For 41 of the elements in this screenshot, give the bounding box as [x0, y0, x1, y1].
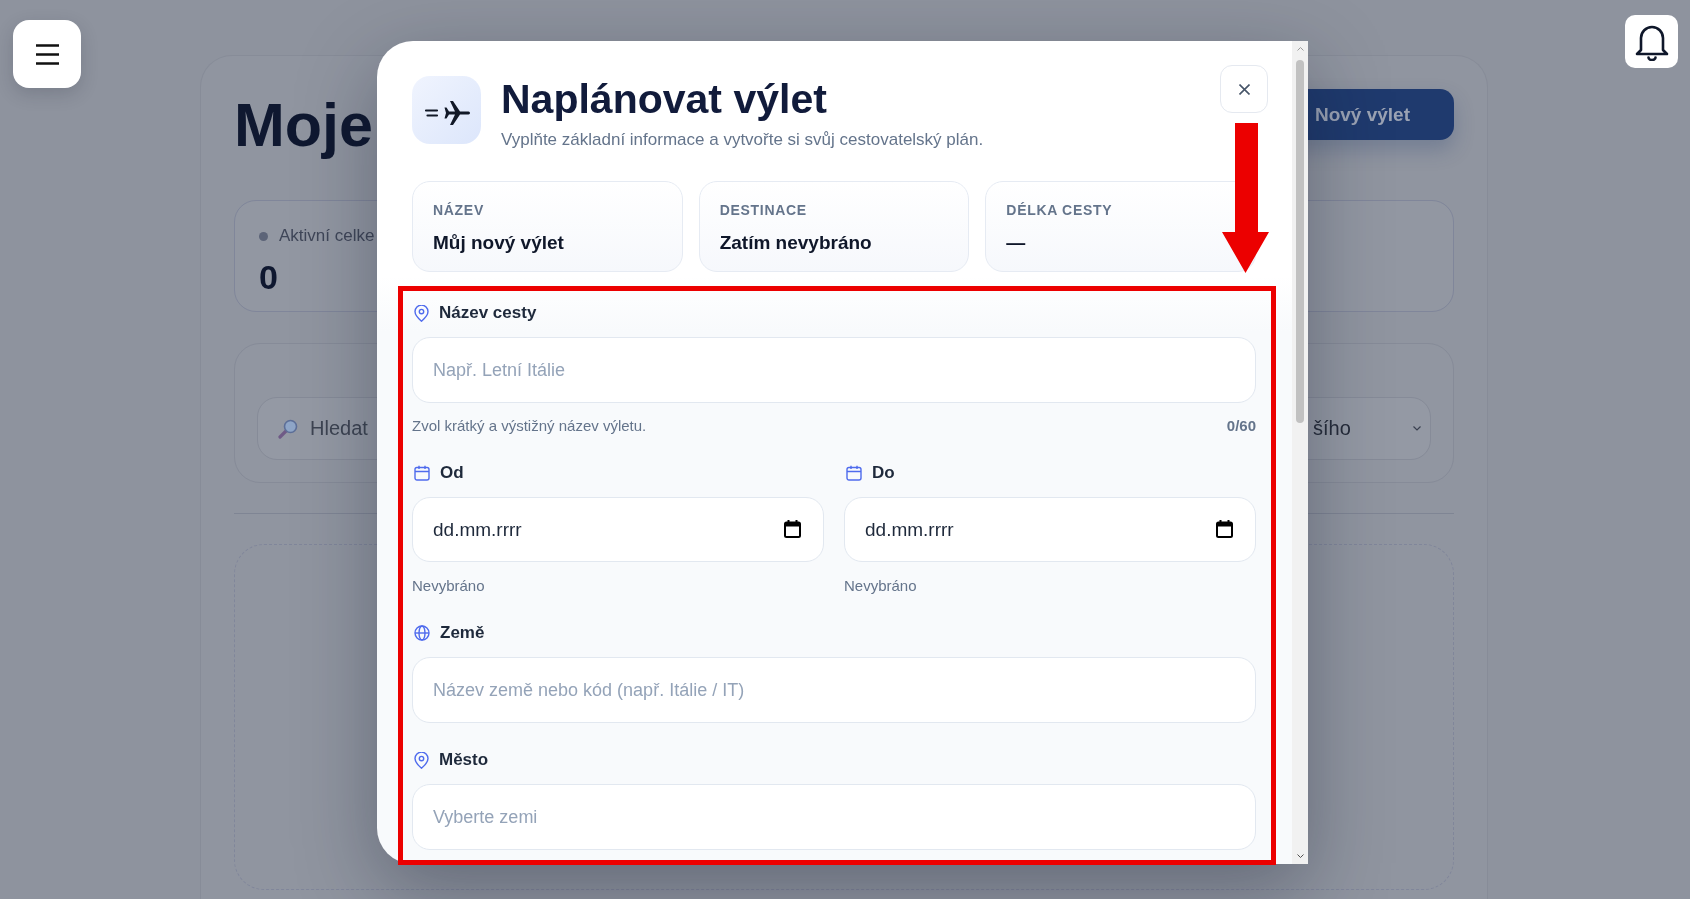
summary-value: Můj nový výlet: [433, 231, 565, 255]
stat-label: Aktivní celke: [279, 226, 375, 246]
field-label: Do: [872, 462, 895, 484]
airplane-icon: [412, 76, 481, 144]
notification-button[interactable]: [1625, 15, 1678, 68]
date-field[interactable]: dd.mm.rrrr: [412, 497, 824, 562]
close-icon: [1238, 83, 1250, 95]
calendar-icon[interactable]: [1216, 520, 1233, 538]
globe-icon: [414, 625, 430, 641]
field-label: Země: [440, 622, 485, 644]
summary-label: DESTINACE: [719, 201, 808, 219]
field-label: Název cesty: [439, 302, 537, 324]
summary-value: —: [1006, 231, 1027, 255]
caret-down-icon: [1413, 426, 1421, 431]
text-field[interactable]: Název země nebo kód (např. Itálie / IT): [412, 657, 1256, 723]
summary-label: NÁZEV: [433, 201, 485, 219]
dot-icon: [259, 231, 268, 241]
caret-down-icon[interactable]: [1296, 854, 1304, 858]
modal-title: Naplánovat výlet: [501, 76, 828, 122]
date-status: Nevybráno: [844, 576, 918, 596]
menu-icon: [35, 43, 59, 65]
search-icon: [278, 418, 298, 439]
stat-value: 0: [259, 258, 278, 296]
calendar-icon: [414, 465, 430, 481]
calendar-icon: [846, 465, 862, 481]
modal-subtitle: Vyplňte základní informace a vytvořte si svůj cestovatelský plán.: [501, 129, 984, 151]
text-field[interactable]: Vyberte zemi: [412, 784, 1256, 850]
date-field[interactable]: dd.mm.rrrr: [844, 497, 1256, 562]
date-status: Nevybráno: [412, 576, 486, 596]
close-button[interactable]: [1220, 65, 1268, 113]
summary-value: Zatím nevybráno: [719, 231, 873, 255]
field-label: Město: [439, 749, 489, 771]
pin-icon: [414, 751, 429, 769]
calendar-icon[interactable]: [784, 520, 801, 538]
summary-label: DÉLKA CESTY: [1006, 201, 1114, 219]
field-label: Od: [440, 462, 464, 484]
character-counter: 0/60: [1226, 416, 1256, 436]
pin-icon: [414, 304, 429, 322]
text-field[interactable]: Např. Letní Itálie: [412, 337, 1256, 403]
scrollbar-thumb[interactable]: [1296, 60, 1304, 423]
menu-button[interactable]: [13, 20, 81, 88]
